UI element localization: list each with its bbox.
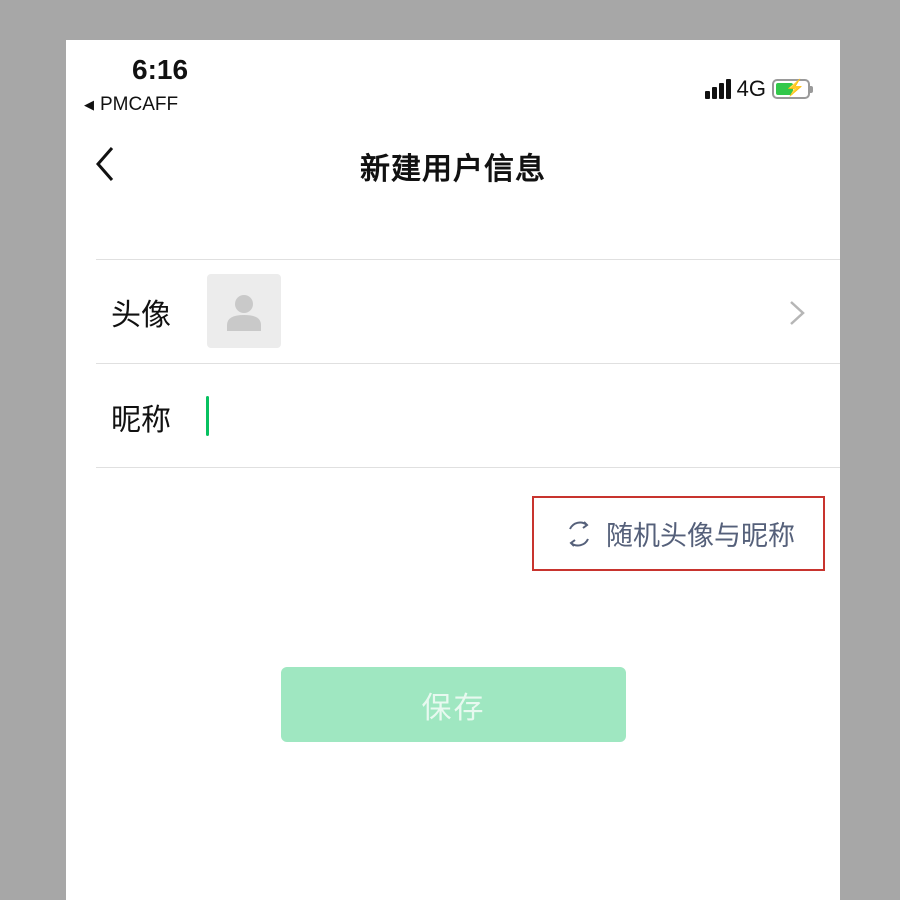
divider bbox=[96, 259, 840, 260]
nickname-input-cursor[interactable] bbox=[206, 396, 209, 436]
back-triangle-icon: ◀ bbox=[84, 97, 94, 112]
phone-screen: 6:16 ◀ PMCAFF 4G ⚡ 新建用户信息 头像 昵称 随机头像与昵称 … bbox=[66, 40, 840, 900]
nickname-label: 昵称 bbox=[111, 403, 171, 438]
refresh-icon bbox=[569, 520, 589, 547]
avatar-placeholder[interactable] bbox=[207, 274, 281, 348]
signal-bars-icon bbox=[704, 79, 731, 99]
back-to-app-link[interactable]: ◀ PMCAFF bbox=[84, 94, 178, 116]
network-type: 4G bbox=[736, 76, 766, 101]
random-label: 随机头像与昵称 bbox=[606, 521, 795, 552]
person-placeholder-icon bbox=[227, 295, 261, 331]
status-indicators: 4G ⚡ bbox=[704, 76, 813, 102]
chevron-right-icon[interactable] bbox=[788, 300, 806, 326]
page-title: 新建用户信息 bbox=[360, 152, 546, 187]
divider bbox=[96, 363, 840, 364]
back-app-label: PMCAFF bbox=[100, 94, 179, 115]
divider bbox=[96, 467, 840, 468]
status-time: 6:16 bbox=[132, 54, 189, 85]
avatar-label: 头像 bbox=[111, 298, 171, 333]
random-avatar-nickname-button[interactable]: 随机头像与昵称 bbox=[532, 496, 825, 571]
battery-charging-icon: ⚡ bbox=[772, 79, 813, 99]
save-button[interactable]: 保存 bbox=[281, 667, 626, 742]
